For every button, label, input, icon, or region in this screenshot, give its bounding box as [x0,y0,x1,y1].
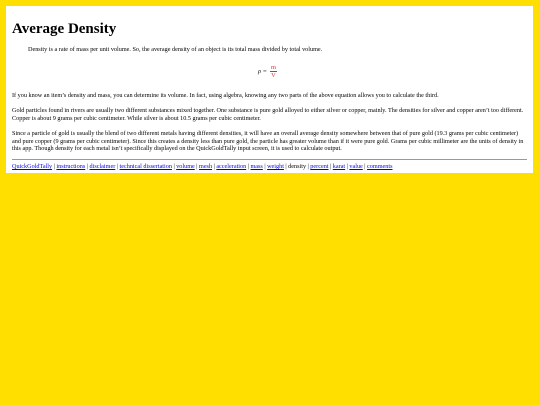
paragraph-gold-particles: Gold particles found in rivers are usual… [12,107,524,122]
nav-link-mesh[interactable]: mesh [199,163,212,170]
nav-link-percent[interactable]: percent [310,163,328,170]
page-title: Average Density [12,21,117,37]
intro-paragraph: Density is a rate of mass per unit volum… [28,46,323,53]
nav-link-comments[interactable]: comments [367,163,392,170]
nav-link-technical-dissertation[interactable]: technical dissertation [120,163,172,170]
content-card: Average Density Density is a rate of mas… [6,6,533,173]
nav-current-density: density [288,163,307,170]
formula-fraction: m V [269,64,277,79]
paragraph-average-density: Since a particle of gold is usually the … [12,130,524,153]
nav-link-mass[interactable]: mass [250,163,262,170]
paragraph-volume: If you know an item’s density and mass, … [12,92,439,99]
footer-nav: QuickGoldTally | instructions | disclaimer | t… [12,163,527,171]
footer-divider [12,159,527,160]
nav-link-disclaimer[interactable]: disclaimer [90,163,116,170]
formula-lhs: ρ = [258,68,267,75]
nav-link-volume[interactable]: volume [176,163,195,170]
nav-link-quickgoldtally[interactable]: QuickGoldTally [12,163,52,170]
formula-numerator: m [269,64,277,72]
nav-link-value[interactable]: value [349,163,362,170]
nav-link-instructions[interactable]: instructions [56,163,85,170]
nav-link-weight[interactable]: weight [267,163,284,170]
nav-link-acceleration[interactable]: acceleration [216,163,246,170]
density-formula: ρ = m V [258,64,277,79]
formula-denominator: V [271,72,276,79]
nav-link-karat[interactable]: karat [333,163,345,170]
